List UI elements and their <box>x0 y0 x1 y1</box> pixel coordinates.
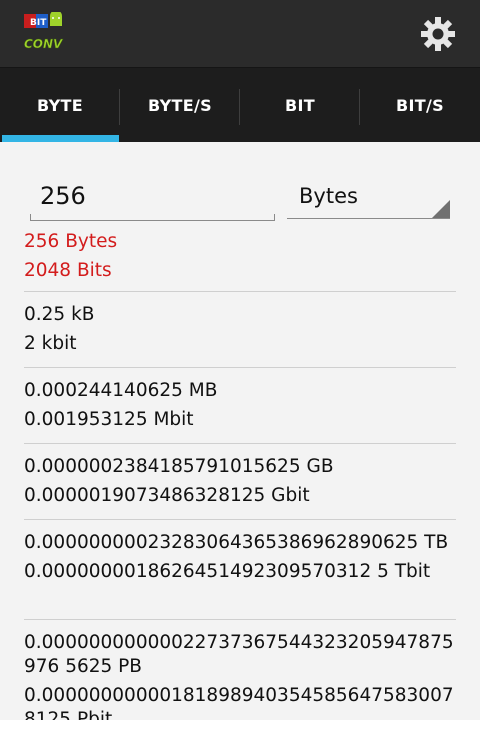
primary-result: 256 Bytes 2048 Bits <box>24 227 456 285</box>
conversion-row-mega: 0.000244140625 MB 0.001953125 Mbit <box>24 367 456 437</box>
tab-bit-per-second[interactable]: BIT/S <box>360 68 480 143</box>
unit-select[interactable]: Bytes <box>287 172 450 219</box>
dropdown-triangle-icon <box>432 200 450 218</box>
bottom-strip <box>0 720 480 740</box>
tab-bar: BYTE BYTE/S BIT BIT/S <box>0 67 480 143</box>
conversion-bits: 0.001953125 Mbit <box>24 409 194 430</box>
logo-text-bottom: CONV <box>24 37 64 51</box>
conversion-bytes: 0.00000000000022737367544323205947875976… <box>24 632 454 677</box>
conversion-bits: 2 kbit <box>24 333 77 354</box>
settings-button[interactable] <box>419 15 457 53</box>
value-input[interactable] <box>40 178 260 214</box>
tab-label: BIT <box>285 96 315 115</box>
tab-byte-per-second[interactable]: BYTE/S <box>120 68 240 143</box>
primary-bits: 2048 Bits <box>24 260 112 281</box>
conversion-bytes: 0.0000002384185791015625 GB <box>24 456 334 477</box>
app-logo: BIT CONV <box>22 10 64 56</box>
conversion-bits: 0.00000000000181898940354585647583007 81… <box>24 685 454 720</box>
conversion-bytes: 0.25 kB <box>24 304 95 325</box>
value-field[interactable] <box>30 172 275 221</box>
converter-panel: Bytes 256 Bytes 2048 Bits 0.25 kB 2 kbit… <box>0 142 480 720</box>
conversion-row-peta: 0.00000000000022737367544323205947875976… <box>24 619 456 720</box>
primary-bytes: 256 Bytes <box>24 231 118 252</box>
conversion-bits: 0.0000000018626451492309570312 5 Tbit <box>24 561 431 582</box>
conversion-row-kilo: 0.25 kB 2 kbit <box>24 291 456 361</box>
tab-label: BIT/S <box>396 96 444 115</box>
tab-label: BYTE <box>37 96 83 115</box>
tab-byte[interactable]: BYTE <box>0 68 120 143</box>
conversion-bytes: 0.000244140625 MB <box>24 380 218 401</box>
conversion-bytes: 0.00000000023283064365386962890625 TB <box>24 532 449 553</box>
gear-icon <box>421 17 455 51</box>
action-bar: BIT CONV <box>0 0 480 67</box>
unit-select-value: Bytes <box>299 184 358 208</box>
tab-bit[interactable]: BIT <box>240 68 360 143</box>
conversion-bits: 0.0000019073486328125 Gbit <box>24 485 310 506</box>
logo-text-top: BIT <box>30 18 47 28</box>
conversion-row-tera: 0.00000000023283064365386962890625 TB 0.… <box>24 519 456 589</box>
conversion-row-giga: 0.0000002384185791015625 GB 0.0000019073… <box>24 443 456 513</box>
tab-label: BYTE/S <box>148 96 212 115</box>
